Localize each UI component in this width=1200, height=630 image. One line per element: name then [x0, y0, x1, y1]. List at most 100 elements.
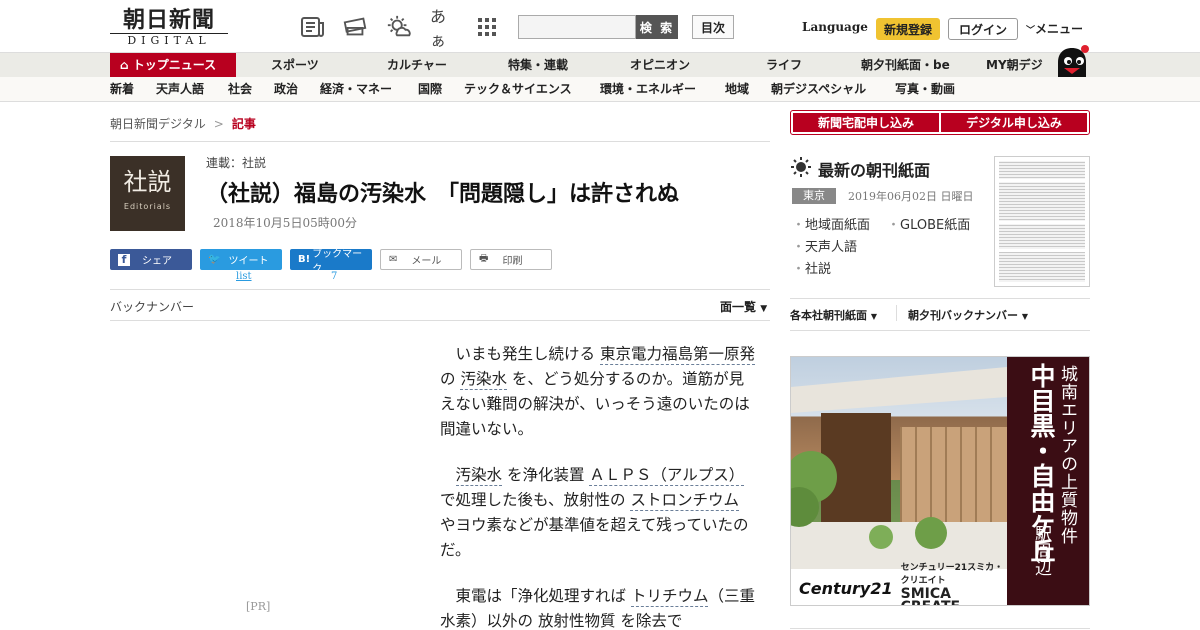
tweet-count[interactable]: list — [236, 271, 252, 282]
nav-item-life[interactable]: ライフ — [766, 53, 802, 78]
mail-button[interactable]: ✉ メール — [380, 249, 462, 270]
nav2-item-economy[interactable]: 経済・マネー — [320, 77, 392, 102]
paragraph-text: やヨウ素などが基準値を超えて残っていたのだ。 — [440, 516, 749, 559]
caret-down-icon: ▼ — [760, 304, 768, 314]
keyword-link[interactable]: ＡＬＰＳ（アルプス） — [589, 466, 745, 486]
article-body: いまも発生し続ける 東京電力福島第一原発 の 汚染水 を、どう処分するのか。道筋… — [440, 342, 755, 630]
keyword-link[interactable]: 汚染水 — [455, 466, 503, 486]
site-header: 朝日新聞 DIGITAL あぁ 検 索 目次 Language 新規登録 ログイ… — [0, 0, 1200, 52]
keyword-link[interactable]: 東京電力福島第一原発 — [599, 345, 755, 365]
font-size-icon[interactable]: あぁ — [430, 7, 456, 50]
page-list-dropdown[interactable]: 面一覧 ▼ — [720, 298, 767, 315]
paragraph-text: いまも発生し続ける — [455, 345, 600, 363]
digital-subscribe-button[interactable]: デジタル申し込み — [941, 113, 1087, 132]
bookmark-label: ブックマーク — [312, 248, 363, 275]
caret-down-icon: ▼ — [1021, 312, 1028, 321]
twitter-tweet-button[interactable]: 🐦 ツイート — [200, 249, 282, 270]
latest-paper-title: 最新の朝刊紙面 — [818, 161, 931, 180]
nav2-item-environment[interactable]: 環境・エネルギー — [600, 77, 696, 102]
paper-link-regional[interactable]: 地域面紙面 — [792, 214, 870, 233]
nav2-item-politics[interactable]: 政治 — [274, 77, 298, 102]
mascot-icon[interactable] — [1054, 44, 1090, 78]
login-button[interactable]: ログイン — [948, 18, 1018, 40]
nav-item-culture[interactable]: カルチャー — [387, 53, 447, 78]
breadcrumb-current: 記事 — [231, 117, 256, 131]
nav-item-sports[interactable]: スポーツ — [271, 53, 319, 78]
stamp-title: 社説 — [123, 168, 172, 196]
bookmark-count[interactable]: 7 — [331, 271, 337, 282]
site-logo[interactable]: 朝日新聞 DIGITAL — [110, 8, 228, 48]
paper-link-globe[interactable]: GLOBE紙面 — [887, 214, 970, 233]
tab-label: 朝夕刊バックナンバー — [908, 309, 1018, 322]
apps-grid-icon[interactable] — [474, 14, 500, 40]
nav2-item-tenseijingo[interactable]: 天声人語 — [156, 77, 204, 102]
tab-morning-papers[interactable]: 各本社朝刊紙面 ▼ — [790, 307, 877, 323]
keyword-link[interactable]: トリチウム — [630, 587, 709, 607]
divider — [110, 289, 770, 290]
article-paragraph: いまも発生し続ける 東京電力福島第一原発 の 汚染水 を、どう処分するのか。道筋… — [440, 342, 755, 442]
keyword-link[interactable]: ストロンチウム — [630, 491, 739, 511]
nav-item-top-news[interactable]: ⌂ トップニュース — [110, 53, 236, 78]
thumb-gap — [999, 221, 1085, 224]
breadcrumb: 朝日新聞デジタル > 記事 — [110, 115, 256, 132]
divider — [110, 141, 770, 142]
nav-item-features[interactable]: 特集・連載 — [508, 53, 568, 78]
keyword-link[interactable]: 汚染水 — [460, 370, 507, 390]
chevron-down-icon: ﹀ — [1026, 26, 1036, 36]
ticket-icon[interactable] — [342, 14, 368, 40]
region-badge[interactable]: 東京 — [792, 188, 836, 204]
newspaper-icon[interactable] — [300, 14, 326, 40]
backnumber-link[interactable]: バックナンバー — [110, 298, 194, 315]
divider — [790, 330, 1090, 331]
paper-subscribe-button[interactable]: 新聞宅配申し込み — [793, 113, 939, 132]
secondary-nav: 新着 天声人語 社会 政治 経済・マネー 国際 テック＆サイエンス 環境・エネル… — [0, 77, 1200, 102]
breadcrumb-home[interactable]: 朝日新聞デジタル — [110, 117, 206, 131]
hatena-bookmark-button[interactable]: B! ブックマーク — [290, 249, 372, 275]
mail-label: メール — [411, 256, 442, 267]
home-icon: ⌂ — [120, 58, 129, 72]
print-button[interactable]: 🖶 印刷 — [470, 249, 552, 270]
advertisement[interactable]: Century21 センチュリー21スミカ・クリエイト SMICA CREATE… — [790, 356, 1090, 606]
signup-button[interactable]: 新規登録 — [876, 18, 940, 40]
divider — [896, 305, 897, 321]
search-input[interactable] — [518, 15, 636, 39]
nav-item-opinion[interactable]: オピニオン — [630, 53, 690, 78]
nav-item-paper-be[interactable]: 朝夕刊紙面・be — [861, 53, 950, 78]
article-title: （社説）福島の汚染水 「問題隠し」は許されぬ — [206, 182, 680, 207]
newspaper-page-image — [999, 161, 1085, 282]
ad-station-note: 駅周辺 — [1031, 525, 1051, 576]
nav2-item-tech-science[interactable]: テック＆サイエンス — [464, 77, 572, 102]
divider — [790, 298, 1090, 299]
century21-logo: Century21 — [799, 578, 893, 598]
weather-icon[interactable] — [386, 14, 412, 40]
tab-backnumber[interactable]: 朝夕刊バックナンバー ▼ — [908, 307, 1028, 323]
mail-icon: ✉ — [389, 254, 398, 265]
language-link[interactable]: Language — [802, 20, 868, 34]
menu-button[interactable]: ﹀メニュー — [1026, 20, 1083, 37]
ad-brand-bar: Century21 センチュリー21スミカ・クリエイト SMICA CREATE — [791, 563, 1007, 605]
pr-label: [PR] — [246, 600, 271, 613]
paper-link-editorial[interactable]: 社説 — [792, 258, 831, 277]
thumb-gap — [999, 249, 1085, 252]
nav2-item-society[interactable]: 社会 — [228, 77, 252, 102]
nav2-item-latest[interactable]: 新着 — [110, 77, 134, 102]
keyword-link[interactable]: 放射性物質 — [537, 612, 616, 630]
caret-down-icon: ▼ — [870, 312, 877, 321]
share-label: シェア — [142, 256, 172, 267]
ad-company-name: SMICA CREATE — [900, 586, 960, 605]
toc-button[interactable]: 目次 — [692, 15, 734, 39]
nav2-item-special[interactable]: 朝デジスペシャル — [771, 77, 866, 102]
nav2-item-region[interactable]: 地域 — [725, 77, 749, 102]
breadcrumb-separator: > — [213, 117, 224, 131]
nav-item-my-asahi[interactable]: MY朝デジ — [986, 53, 1043, 78]
latest-paper-heading: 最新の朝刊紙面 — [790, 156, 930, 182]
hatena-icon: B! — [298, 254, 311, 265]
nav2-item-photo-video[interactable]: 写真・動画 — [895, 77, 955, 102]
nav2-item-international[interactable]: 国際 — [418, 77, 442, 102]
facebook-share-button[interactable]: f シェア — [110, 249, 192, 270]
search-button[interactable]: 検 索 — [636, 15, 678, 39]
newspaper-thumbnail[interactable] — [994, 156, 1090, 287]
series-label[interactable]: 連載：社説 — [206, 154, 266, 171]
divider — [790, 628, 1090, 629]
paper-link-tenseijingo[interactable]: 天声人語 — [792, 236, 857, 255]
